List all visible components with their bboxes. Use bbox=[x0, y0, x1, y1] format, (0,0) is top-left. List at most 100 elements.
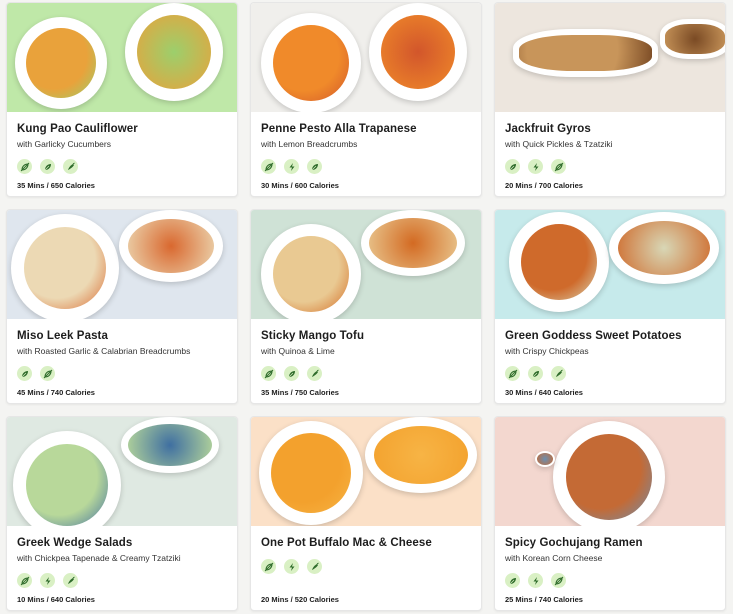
meal-photo bbox=[251, 210, 481, 319]
meal-title: Sticky Mango Tofu bbox=[261, 330, 365, 342]
main-plate bbox=[259, 421, 363, 525]
meal-tags bbox=[17, 366, 227, 381]
meal-subtitle: with Lemon Breadcrumbs bbox=[261, 139, 358, 149]
leaf-icon bbox=[505, 573, 520, 588]
side-plate bbox=[361, 210, 465, 276]
side-plate bbox=[365, 417, 477, 493]
food bbox=[26, 444, 108, 526]
meal-tags bbox=[505, 159, 715, 174]
chili-icon bbox=[307, 366, 322, 381]
meal-tags bbox=[261, 366, 471, 381]
side-plate bbox=[369, 3, 467, 101]
meal-card[interactable]: Spicy Gochujang Ramen with Korean Corn C… bbox=[494, 416, 726, 611]
meal-card[interactable]: Green Goddess Sweet Potatoes with Crispy… bbox=[494, 209, 726, 404]
food bbox=[273, 25, 349, 101]
vegan-icon bbox=[261, 559, 276, 574]
meal-time-calories: 25 Mins / 740 Calories bbox=[505, 595, 583, 604]
meal-title: Spicy Gochujang Ramen bbox=[505, 537, 643, 549]
meal-card[interactable]: Sticky Mango Tofu with Quinoa & Lime 35 … bbox=[250, 209, 482, 404]
meal-photo bbox=[495, 210, 725, 319]
vegan-icon bbox=[17, 159, 32, 174]
leaf-icon bbox=[17, 366, 32, 381]
bolt-icon bbox=[528, 159, 543, 174]
meal-subtitle: with Korean Corn Cheese bbox=[505, 553, 603, 563]
meal-subtitle: with Garlicky Cucumbers bbox=[17, 139, 111, 149]
meal-photo bbox=[495, 417, 725, 526]
meal-grid: Kung Pao Cauliflower with Garlicky Cucum… bbox=[6, 2, 726, 611]
food bbox=[271, 433, 351, 513]
vegan-icon bbox=[40, 366, 55, 381]
chili-icon bbox=[307, 559, 322, 574]
bolt-icon bbox=[40, 573, 55, 588]
meal-time-calories: 20 Mins / 520 Calories bbox=[261, 595, 339, 604]
side-plate bbox=[119, 210, 223, 282]
leaf-icon bbox=[528, 366, 543, 381]
meal-photo bbox=[495, 3, 725, 112]
vegan-icon bbox=[551, 573, 566, 588]
main-plate bbox=[261, 13, 361, 112]
meal-title: Kung Pao Cauliflower bbox=[17, 123, 138, 135]
food bbox=[521, 224, 597, 300]
meal-card[interactable]: Kung Pao Cauliflower with Garlicky Cucum… bbox=[6, 2, 238, 197]
food bbox=[519, 35, 652, 71]
meal-subtitle: with Quick Pickles & Tzatziki bbox=[505, 139, 613, 149]
chili-icon bbox=[63, 159, 78, 174]
side-plate bbox=[535, 451, 555, 467]
vegan-icon bbox=[261, 159, 276, 174]
meal-tags bbox=[261, 159, 471, 174]
meal-title: Greek Wedge Salads bbox=[17, 537, 133, 549]
bolt-icon bbox=[528, 573, 543, 588]
meal-subtitle: with Crispy Chickpeas bbox=[505, 346, 589, 356]
side-plate bbox=[125, 3, 223, 101]
meal-title: Miso Leek Pasta bbox=[17, 330, 108, 342]
meal-title: One Pot Buffalo Mac & Cheese bbox=[261, 537, 432, 549]
vegan-icon bbox=[505, 366, 520, 381]
meal-time-calories: 45 Mins / 740 Calories bbox=[17, 388, 95, 397]
side-plate bbox=[121, 417, 219, 473]
meal-tags bbox=[17, 159, 227, 174]
main-plate bbox=[261, 224, 361, 319]
meal-card[interactable]: Penne Pesto Alla Trapanese with Lemon Br… bbox=[250, 2, 482, 197]
meal-tags bbox=[261, 559, 471, 574]
vegan-icon bbox=[551, 159, 566, 174]
food bbox=[537, 453, 553, 465]
meal-card[interactable]: Miso Leek Pasta with Roasted Garlic & Ca… bbox=[6, 209, 238, 404]
meal-photo bbox=[251, 3, 481, 112]
bolt-icon bbox=[284, 559, 299, 574]
meal-time-calories: 30 Mins / 600 Calories bbox=[261, 181, 339, 190]
side-plate bbox=[660, 19, 725, 59]
food bbox=[26, 28, 96, 98]
bolt-icon bbox=[284, 159, 299, 174]
meal-card[interactable]: One Pot Buffalo Mac & Cheese 20 Mins / 5… bbox=[250, 416, 482, 611]
food bbox=[128, 219, 214, 273]
food bbox=[566, 434, 652, 520]
main-plate bbox=[13, 431, 121, 526]
meal-card[interactable]: Greek Wedge Salads with Chickpea Tapenad… bbox=[6, 416, 238, 611]
meal-tags bbox=[17, 573, 227, 588]
meal-title: Penne Pesto Alla Trapanese bbox=[261, 123, 417, 135]
meal-time-calories: 30 Mins / 640 Calories bbox=[505, 388, 583, 397]
side-plate bbox=[609, 212, 719, 284]
meal-subtitle: with Quinoa & Lime bbox=[261, 346, 335, 356]
meal-photo bbox=[251, 417, 481, 526]
food bbox=[374, 426, 468, 484]
meal-time-calories: 35 Mins / 650 Calories bbox=[17, 181, 95, 190]
main-plate bbox=[15, 17, 107, 109]
meal-photo bbox=[7, 3, 237, 112]
vegan-icon bbox=[17, 573, 32, 588]
meal-title: Green Goddess Sweet Potatoes bbox=[505, 330, 682, 342]
food bbox=[128, 424, 212, 466]
meal-time-calories: 20 Mins / 700 Calories bbox=[505, 181, 583, 190]
meal-card[interactable]: Jackfruit Gyros with Quick Pickles & Tza… bbox=[494, 2, 726, 197]
meal-tags bbox=[505, 573, 715, 588]
leaf-icon bbox=[505, 159, 520, 174]
meal-tags bbox=[505, 366, 715, 381]
meal-photo bbox=[7, 417, 237, 526]
leaf-icon bbox=[40, 159, 55, 174]
meal-subtitle: with Roasted Garlic & Calabrian Breadcru… bbox=[17, 346, 191, 356]
main-plate bbox=[509, 212, 609, 312]
meal-time-calories: 35 Mins / 750 Calories bbox=[261, 388, 339, 397]
chili-icon bbox=[63, 573, 78, 588]
food bbox=[137, 15, 211, 89]
food bbox=[665, 24, 725, 54]
